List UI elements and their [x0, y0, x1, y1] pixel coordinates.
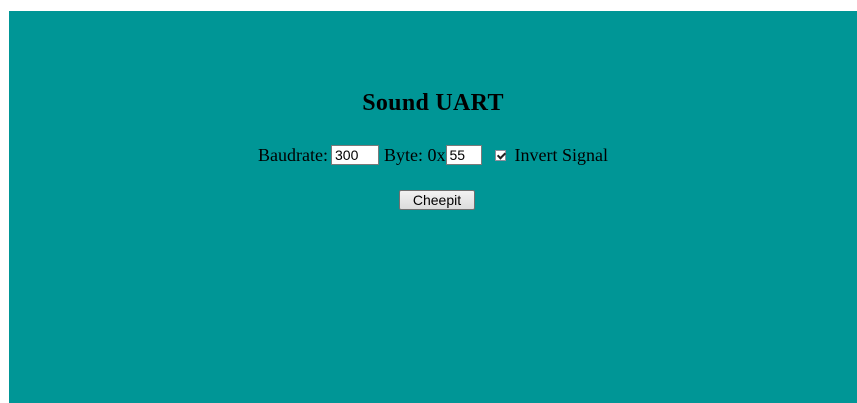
- byte-input[interactable]: [445, 145, 482, 165]
- cheepit-button[interactable]: Cheepit: [399, 190, 475, 210]
- baudrate-input[interactable]: [331, 145, 379, 165]
- invert-signal-checkbox[interactable]: [494, 149, 506, 161]
- invert-signal-label: Invert Signal: [514, 145, 608, 165]
- baudrate-label: Baudrate:: [258, 145, 328, 165]
- uart-controls: Baudrate: Byte: 0x Invert Signal: [9, 144, 857, 166]
- page-background: Sound UART Baudrate: Byte: 0x Invert Sig…: [9, 11, 857, 403]
- byte-label: Byte: 0x: [384, 145, 446, 165]
- page-title: Sound UART: [362, 90, 504, 116]
